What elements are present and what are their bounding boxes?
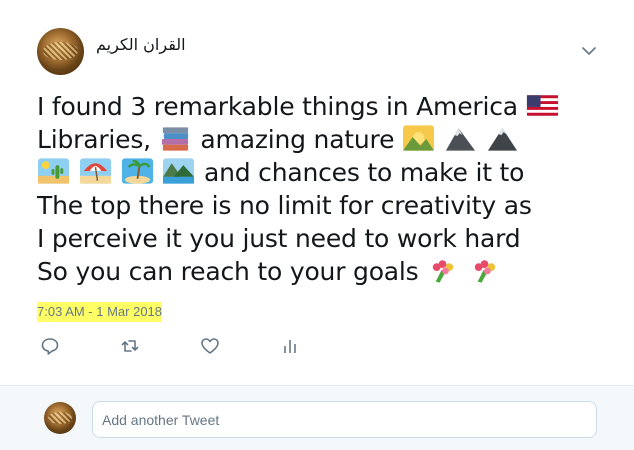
tweet-card: القران الكريم I found 3 remarkable thing… xyxy=(0,0,634,385)
reply-icon[interactable] xyxy=(40,336,60,356)
tweet-timestamp[interactable]: 7:03 AM - 1 Mar 2018 xyxy=(37,302,163,322)
tweet-line-1-text: I found 3 remarkable things in America xyxy=(37,92,518,121)
beach-with-umbrella-icon xyxy=(79,158,111,184)
mountain-icon xyxy=(445,128,475,151)
desert-island-icon xyxy=(121,158,153,184)
bouquet-icon xyxy=(474,260,496,283)
books-icon xyxy=(161,127,188,151)
tweet-text: I found 3 remarkable things in America L… xyxy=(37,90,597,288)
tweet-line-3: and chances to make it to xyxy=(37,156,597,189)
analytics-icon[interactable] xyxy=(280,336,300,356)
chevron-down-icon[interactable] xyxy=(580,44,598,58)
author-avatar[interactable] xyxy=(37,28,84,75)
tweet-line-6-text: So you can reach to your goals xyxy=(37,257,419,286)
like-icon[interactable] xyxy=(200,336,220,356)
tweet-line-6: So you can reach to your goals xyxy=(37,255,597,288)
tweet-line-2: Libraries, amazing nature xyxy=(37,123,597,156)
tweet-line-2-text: Libraries, xyxy=(37,125,151,154)
tweet-line-5: I perceive it you just need to work hard xyxy=(37,222,597,255)
bouquet-icon xyxy=(433,260,454,283)
reply-bar: Add another Tweet xyxy=(0,385,634,450)
tweet-line-5-text: I perceive it you just need to work hard xyxy=(37,224,521,253)
user-avatar xyxy=(44,402,76,434)
mountain-icon xyxy=(487,128,517,151)
desert-icon xyxy=(37,158,70,184)
tweet-line-4-text: The top there is no limit for creativity… xyxy=(37,191,532,220)
tweet-line-1: I found 3 remarkable things in America xyxy=(37,90,597,123)
author-name[interactable]: القران الكريم xyxy=(96,35,186,54)
national-park-icon xyxy=(163,158,195,184)
add-tweet-input[interactable]: Add another Tweet xyxy=(92,401,597,438)
tweet-line-4: The top there is no limit for creativity… xyxy=(37,189,597,222)
sunrise-over-mountains-icon xyxy=(402,125,435,151)
us-flag-icon xyxy=(526,95,558,116)
tweet-line-2b-text: amazing nature xyxy=(200,125,395,154)
tweet-line-3-text: and chances to make it to xyxy=(204,158,525,187)
retweet-icon[interactable] xyxy=(120,336,140,356)
